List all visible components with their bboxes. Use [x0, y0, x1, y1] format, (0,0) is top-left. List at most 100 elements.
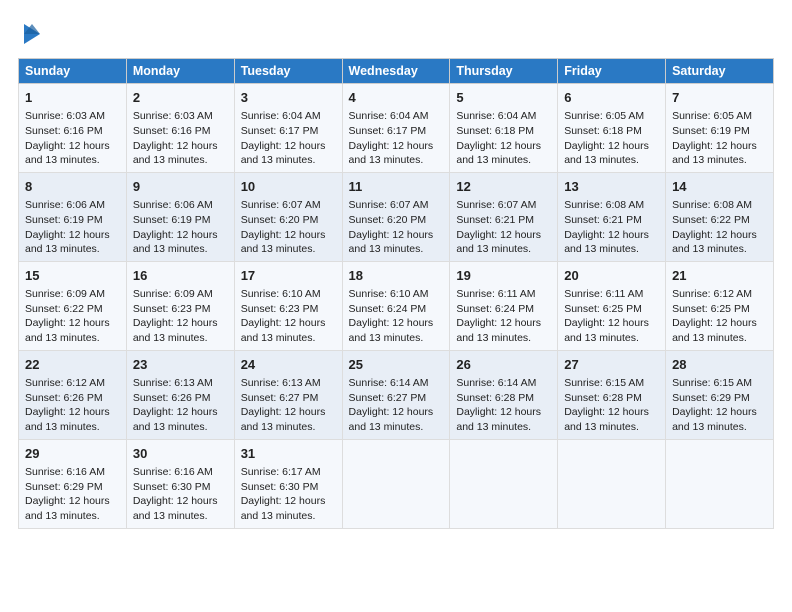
sunrise-text: Sunrise: 6:04 AM	[456, 110, 536, 122]
calendar-cell: 16 Sunrise: 6:09 AM Sunset: 6:23 PM Dayligh…	[126, 261, 234, 350]
sunrise-text: Sunrise: 6:12 AM	[25, 377, 105, 389]
daylight-text: Daylight: 12 hours	[133, 317, 218, 329]
daylight-minutes: and 13 minutes.	[672, 421, 747, 433]
day-number: 9	[133, 178, 228, 196]
week-row-3: 15 Sunrise: 6:09 AM Sunset: 6:22 PM Dayligh…	[19, 261, 774, 350]
sunset-text: Sunset: 6:16 PM	[133, 125, 211, 137]
day-number: 12	[456, 178, 551, 196]
sunrise-text: Sunrise: 6:08 AM	[672, 199, 752, 211]
calendar-cell: 13Sunrise: 6:08 AMSunset: 6:21 PMDayligh…	[558, 172, 666, 261]
daylight-text: Daylight: 12 hours	[349, 229, 434, 241]
calendar-cell	[558, 439, 666, 528]
header-row: SundayMondayTuesdayWednesdayThursdayFrid…	[19, 59, 774, 84]
sunset-text: Sunset: 6:17 PM	[349, 125, 427, 137]
sunset-text: Sunset: 6:20 PM	[349, 214, 427, 226]
sunset-text: Sunset: 6:24 PM	[349, 303, 427, 315]
sunset-text: Sunset: 6:17 PM	[241, 125, 319, 137]
logo	[18, 20, 44, 48]
page: SundayMondayTuesdayWednesdayThursdayFrid…	[0, 0, 792, 612]
daylight-text: Daylight: 12 hours	[241, 406, 326, 418]
sunset-text: Sunset: 6:23 PM	[133, 303, 211, 315]
day-number: 16	[133, 267, 228, 285]
day-number: 6	[564, 89, 659, 107]
sunset-text: Sunset: 6:24 PM	[456, 303, 534, 315]
daylight-text: Daylight: 12 hours	[349, 406, 434, 418]
daylight-text: Daylight: 12 hours	[564, 140, 649, 152]
daylight-minutes: and 13 minutes.	[564, 332, 639, 344]
calendar-cell: 2Sunrise: 6:03 AMSunset: 6:16 PMDaylight…	[126, 84, 234, 173]
sunrise-text: Sunrise: 6:06 AM	[25, 199, 105, 211]
daylight-minutes: and 13 minutes.	[133, 421, 208, 433]
sunrise-text: Sunrise: 6:03 AM	[25, 110, 105, 122]
calendar-cell: 3Sunrise: 6:04 AMSunset: 6:17 PMDaylight…	[234, 84, 342, 173]
day-number: 31	[241, 445, 336, 463]
calendar-cell: 26Sunrise: 6:14 AMSunset: 6:28 PMDayligh…	[450, 350, 558, 439]
calendar-cell: 5Sunrise: 6:04 AMSunset: 6:18 PMDaylight…	[450, 84, 558, 173]
calendar-cell: 7Sunrise: 6:05 AMSunset: 6:19 PMDaylight…	[666, 84, 774, 173]
daylight-text: Daylight: 12 hours	[25, 406, 110, 418]
day-number: 14	[672, 178, 767, 196]
calendar-table: SundayMondayTuesdayWednesdayThursdayFrid…	[18, 58, 774, 529]
sunset-text: Sunset: 6:18 PM	[456, 125, 534, 137]
daylight-minutes: and 13 minutes.	[241, 243, 316, 255]
sunset-text: Sunset: 6:26 PM	[25, 392, 103, 404]
column-header-monday: Monday	[126, 59, 234, 84]
daylight-minutes: and 13 minutes.	[672, 332, 747, 344]
day-number: 15	[25, 267, 120, 285]
daylight-minutes: and 13 minutes.	[241, 154, 316, 166]
sunset-text: Sunset: 6:26 PM	[133, 392, 211, 404]
daylight-text: Daylight: 12 hours	[241, 495, 326, 507]
day-number: 2	[133, 89, 228, 107]
sunset-text: Sunset: 6:22 PM	[25, 303, 103, 315]
daylight-text: Daylight: 12 hours	[349, 140, 434, 152]
daylight-text: Daylight: 12 hours	[349, 317, 434, 329]
week-row-1: 1Sunrise: 6:03 AMSunset: 6:16 PMDaylight…	[19, 84, 774, 173]
daylight-text: Daylight: 12 hours	[133, 406, 218, 418]
day-number: 8	[25, 178, 120, 196]
calendar-cell: 29Sunrise: 6:16 AMSunset: 6:29 PMDayligh…	[19, 439, 127, 528]
daylight-minutes: and 13 minutes.	[456, 421, 531, 433]
sunset-text: Sunset: 6:18 PM	[564, 125, 642, 137]
calendar-cell: 4Sunrise: 6:04 AMSunset: 6:17 PMDaylight…	[342, 84, 450, 173]
daylight-minutes: and 13 minutes.	[25, 332, 100, 344]
day-number: 7	[672, 89, 767, 107]
day-number: 5	[456, 89, 551, 107]
daylight-minutes: and 13 minutes.	[25, 510, 100, 522]
calendar-cell	[666, 439, 774, 528]
daylight-minutes: and 13 minutes.	[241, 510, 316, 522]
calendar-cell	[342, 439, 450, 528]
daylight-text: Daylight: 12 hours	[241, 229, 326, 241]
calendar-cell: 11Sunrise: 6:07 AMSunset: 6:20 PMDayligh…	[342, 172, 450, 261]
sunset-text: Sunset: 6:22 PM	[672, 214, 750, 226]
calendar-cell: 24Sunrise: 6:13 AMSunset: 6:27 PMDayligh…	[234, 350, 342, 439]
daylight-text: Daylight: 12 hours	[25, 140, 110, 152]
sunrise-text: Sunrise: 6:07 AM	[241, 199, 321, 211]
day-number: 26	[456, 356, 551, 374]
sunrise-text: Sunrise: 6:12 AM	[672, 288, 752, 300]
sunset-text: Sunset: 6:20 PM	[241, 214, 319, 226]
sunrise-text: Sunrise: 6:09 AM	[133, 288, 213, 300]
daylight-minutes: and 13 minutes.	[349, 154, 424, 166]
daylight-text: Daylight: 12 hours	[25, 317, 110, 329]
sunrise-text: Sunrise: 6:17 AM	[241, 466, 321, 478]
sunset-text: Sunset: 6:25 PM	[564, 303, 642, 315]
daylight-text: Daylight: 12 hours	[456, 406, 541, 418]
calendar-cell: 18Sunrise: 6:10 AMSunset: 6:24 PMDayligh…	[342, 261, 450, 350]
sunset-text: Sunset: 6:25 PM	[672, 303, 750, 315]
sunset-text: Sunset: 6:27 PM	[349, 392, 427, 404]
day-number: 27	[564, 356, 659, 374]
daylight-text: Daylight: 12 hours	[133, 495, 218, 507]
calendar-cell: 12Sunrise: 6:07 AMSunset: 6:21 PMDayligh…	[450, 172, 558, 261]
sunrise-text: Sunrise: 6:13 AM	[241, 377, 321, 389]
sunrise-text: Sunrise: 6:15 AM	[672, 377, 752, 389]
sunset-text: Sunset: 6:29 PM	[25, 481, 103, 493]
sunrise-text: Sunrise: 6:16 AM	[25, 466, 105, 478]
day-number: 21	[672, 267, 767, 285]
daylight-minutes: and 13 minutes.	[564, 421, 639, 433]
daylight-minutes: and 13 minutes.	[25, 154, 100, 166]
day-number: 17	[241, 267, 336, 285]
column-header-sunday: Sunday	[19, 59, 127, 84]
day-number: 18	[349, 267, 444, 285]
daylight-minutes: and 13 minutes.	[672, 243, 747, 255]
daylight-minutes: and 13 minutes.	[133, 510, 208, 522]
